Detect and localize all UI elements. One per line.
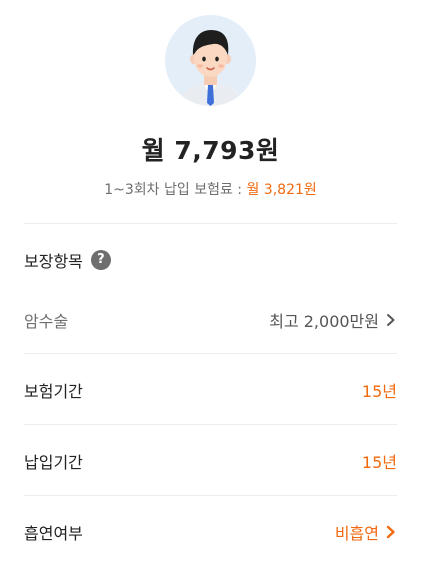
coverage-title: 보장항목 <box>24 252 83 271</box>
divider <box>24 424 397 425</box>
payment-period-value: 15년 <box>361 453 397 472</box>
divider <box>24 495 397 496</box>
plan-summary: 월 7,793원 1~3회차 납입 보험료 : 월 3,821원 보장항목 ? … <box>0 0 421 563</box>
coverage-item-label: 암수술 <box>24 312 69 331</box>
payment-period-label: 납입기간 <box>24 453 83 472</box>
smoking-status-value-group: 비흡연 <box>335 520 397 544</box>
question-circle-icon[interactable]: ? <box>90 250 111 270</box>
coverage-item-value: 최고 2,000만원 <box>269 312 379 331</box>
chevron-right-icon <box>387 314 395 326</box>
smoking-status-row[interactable]: 흡연여부 비흡연 <box>24 520 397 544</box>
smoking-status-label: 흡연여부 <box>24 524 83 543</box>
insurance-period-value: 15년 <box>361 382 397 401</box>
insurance-period-label: 보험기간 <box>24 382 83 401</box>
chevron-right-icon <box>386 525 395 539</box>
insurance-period-row: 보험기간 15년 <box>24 378 397 402</box>
coverage-item-row[interactable]: 암수술 최고 2,000만원 <box>24 308 397 332</box>
divider <box>24 223 397 224</box>
monthly-premium: 월 7,793원 <box>141 136 280 165</box>
payment-period-row: 납입기간 15년 <box>24 449 397 473</box>
divider <box>24 353 397 354</box>
avatar <box>165 15 256 106</box>
initial-premium-info: 1~3회차 납입 보험료 : 월 3,821원 <box>0 179 421 199</box>
coverage-item-value-group: 최고 2,000만원 <box>269 308 397 332</box>
initial-premium-value: 월 3,821원 <box>246 182 317 198</box>
smoking-status-value: 비흡연 <box>334 524 379 543</box>
coverage-section-title: 보장항목 ? <box>24 248 111 272</box>
initial-premium-label: 1~3회차 납입 보험료 : <box>104 182 247 198</box>
person-illustration-icon <box>179 30 242 106</box>
